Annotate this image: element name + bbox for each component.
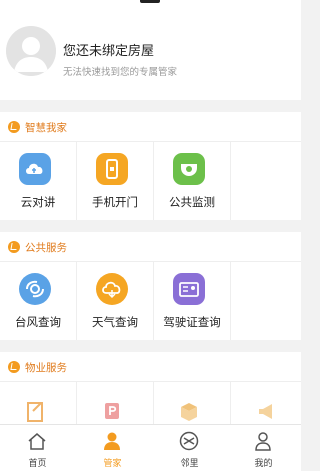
tile-property-1[interactable] — [0, 382, 77, 424]
section-badge-icon — [8, 241, 20, 253]
tile-label: 云对讲 — [20, 195, 56, 209]
camera-monitor-icon — [173, 153, 205, 185]
section-title: 公共服务 — [25, 242, 67, 254]
butler-icon — [104, 432, 120, 450]
user-icon — [255, 432, 271, 451]
tile-label: 手机开门 — [92, 195, 138, 209]
section-badge-icon — [8, 121, 20, 133]
typhoon-icon — [19, 273, 51, 305]
tile-phone-unlock[interactable]: 手机开门 — [77, 142, 154, 220]
tab-label: 邻里 — [180, 459, 199, 469]
license-card-icon — [173, 273, 205, 305]
feature-grid: 台风查询 天气查询 驾驶证查询 — [0, 262, 301, 340]
tile-property-2[interactable] — [77, 382, 154, 424]
section-property-services: 物业服务 — [0, 352, 301, 424]
tile-property-3[interactable] — [154, 382, 231, 424]
megaphone-icon — [250, 393, 282, 424]
cloud-intercom-icon — [19, 153, 51, 185]
tab-home[interactable]: 首页 — [0, 425, 75, 471]
tile-public-monitor[interactable]: 公共监测 — [154, 142, 231, 220]
package-icon — [173, 393, 205, 424]
tile-label: 天气查询 — [92, 315, 138, 329]
bottom-tab-bar: 首页 管家 邻里 我的 — [0, 424, 301, 471]
tile-typhoon-query[interactable]: 台风查询 — [0, 262, 77, 340]
section-public-services: 公共服务 台风查询 天气查询 驾驶证查询 — [0, 232, 301, 340]
parking-icon — [96, 393, 128, 424]
avatar[interactable] — [6, 26, 56, 76]
tab-butler[interactable]: 管家 — [75, 425, 150, 471]
status-notch — [140, 0, 160, 3]
section-header: 公共服务 — [0, 232, 301, 262]
notebook-icon — [19, 393, 51, 424]
tile-license-query[interactable]: 驾驶证查询 — [154, 262, 231, 340]
section-smart-home: 智慧我家 云对讲 手机开门 公共监测 — [0, 112, 301, 220]
tile-empty — [231, 142, 301, 220]
profile-card[interactable]: 您还未绑定房屋 无法快速找到您的专属管家 — [0, 8, 301, 100]
tile-label: 驾驶证查询 — [163, 315, 221, 329]
feature-grid: 云对讲 手机开门 公共监测 — [0, 142, 301, 220]
tile-cloud-intercom[interactable]: 云对讲 — [0, 142, 77, 220]
tab-label: 首页 — [28, 459, 47, 469]
profile-title: 您还未绑定房屋 — [63, 44, 155, 59]
tile-empty — [231, 262, 301, 340]
section-header: 智慧我家 — [0, 112, 301, 142]
section-header: 物业服务 — [0, 352, 301, 382]
tile-label: 公共监测 — [169, 195, 215, 209]
weather-cloud-icon — [96, 273, 128, 305]
section-title: 物业服务 — [25, 362, 67, 374]
tab-label: 管家 — [103, 459, 122, 469]
tile-weather-query[interactable]: 天气查询 — [77, 262, 154, 340]
profile-subtitle: 无法快速找到您的专属管家 — [63, 67, 178, 78]
feature-grid — [0, 382, 301, 424]
status-bar — [0, 0, 301, 8]
default-avatar-icon — [6, 26, 56, 76]
section-title: 智慧我家 — [25, 122, 67, 134]
section-badge-icon — [8, 361, 20, 373]
phone-unlock-icon — [96, 153, 128, 185]
tab-neighbor[interactable]: 邻里 — [152, 425, 227, 471]
neighbor-icon — [179, 431, 199, 451]
tile-label: 台风查询 — [15, 315, 61, 329]
tab-me[interactable]: 我的 — [226, 425, 301, 471]
tab-label: 我的 — [254, 459, 273, 469]
home-icon — [28, 433, 46, 450]
tile-property-4[interactable] — [231, 382, 301, 424]
